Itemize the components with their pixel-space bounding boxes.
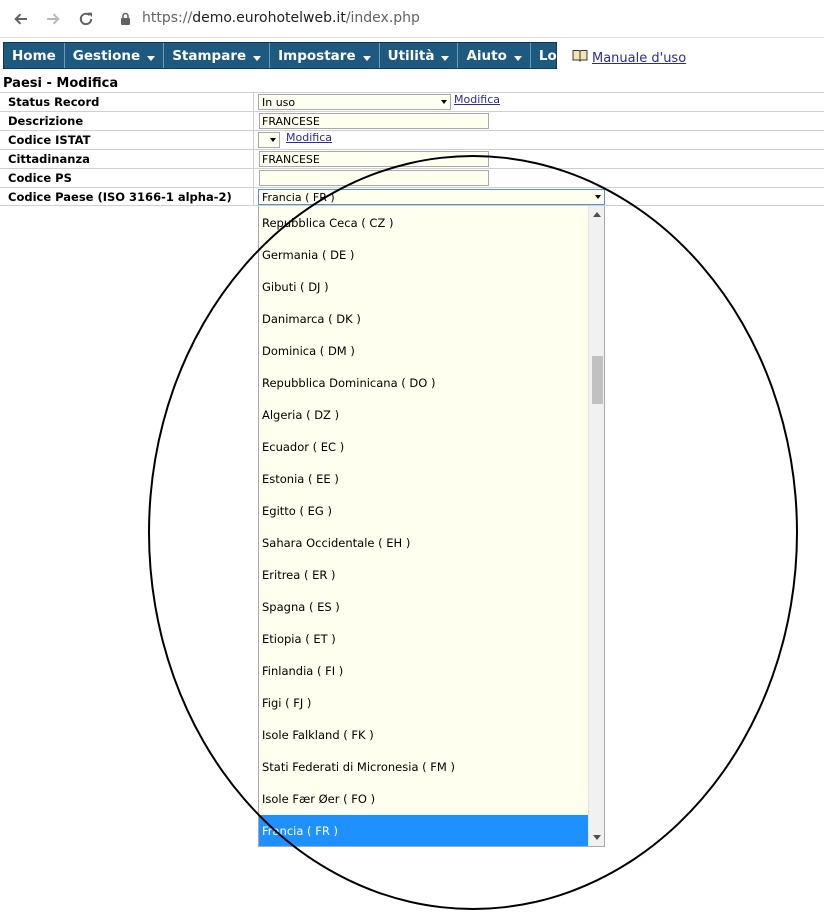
dropdown-option[interactable]: Danimarca ( DK ) xyxy=(259,303,588,335)
dropdown-scrollbar[interactable] xyxy=(588,206,604,846)
status-record-modifica-link[interactable]: Modifica xyxy=(454,93,500,106)
chevron-down-icon xyxy=(441,100,447,104)
status-record-cell: In uso Modifica xyxy=(253,93,500,111)
menu-home-label: Home xyxy=(12,47,56,64)
dropdown-option[interactable]: Finlandia ( FI ) xyxy=(259,655,588,687)
status-record-value: In uso xyxy=(262,96,296,109)
dropdown-option[interactable]: Ecuador ( EC ) xyxy=(259,431,588,463)
address-bar[interactable]: https://demo.eurohotelweb.it/index.php xyxy=(142,10,420,26)
codice-paese-cell: Francia ( FR ) xyxy=(253,188,605,205)
arrow-left-icon xyxy=(14,13,27,25)
dropdown-option[interactable]: Etiopia ( ET ) xyxy=(259,623,588,655)
dropdown-option[interactable]: Francia ( FR ) xyxy=(259,815,588,846)
codice-paese-value: Francia ( FR ) xyxy=(262,191,335,204)
cittadinanza-cell: FRANCESE xyxy=(253,150,489,168)
chevron-down-icon xyxy=(270,138,276,142)
browser-toolbar: https://demo.eurohotelweb.it/index.php xyxy=(0,0,824,38)
caret-down-icon xyxy=(513,56,522,61)
menu-stampare[interactable]: Stampare xyxy=(164,43,271,68)
forward-button[interactable] xyxy=(41,7,65,31)
form-row-codice-ps: Codice PS xyxy=(0,168,824,187)
codice-istat-select[interactable] xyxy=(258,132,280,148)
caret-down-icon xyxy=(362,56,371,61)
country-dropdown-list[interactable]: Repubblica Ceca ( CZ ) Germania ( DE ) Gib… xyxy=(258,206,605,847)
dropdown-option[interactable]: Gibuti ( DJ ) xyxy=(259,271,588,303)
url-path: /index.php xyxy=(345,10,420,26)
scrollbar-thumb[interactable] xyxy=(592,356,603,404)
form-row-codice-paese: Codice Paese (ISO 3166-1 alpha-2) Franci… xyxy=(0,187,824,206)
menu-utilita[interactable]: Utilità xyxy=(380,43,459,68)
back-button[interactable] xyxy=(9,7,33,31)
dropdown-option[interactable]: Repubblica Dominicana ( DO ) xyxy=(259,367,588,399)
dropdown-option[interactable]: Dominica ( DM ) xyxy=(259,335,588,367)
scroll-up-icon[interactable] xyxy=(593,212,601,217)
menu-aiuto-label: Aiuto xyxy=(466,47,507,64)
codice-ps-label: Codice PS xyxy=(8,171,72,185)
descrizione-input[interactable]: FRANCESE xyxy=(259,113,489,129)
codice-paese-select[interactable]: Francia ( FR ) xyxy=(258,189,605,205)
reload-button[interactable] xyxy=(74,7,98,31)
caret-down-icon xyxy=(253,56,262,61)
menu-gestione[interactable]: Gestione xyxy=(65,43,165,68)
codice-ps-input[interactable] xyxy=(259,170,489,186)
dropdown-option[interactable]: Isole Fær Øer ( FO ) xyxy=(259,783,588,815)
descrizione-cell: FRANCESE xyxy=(253,112,489,130)
menu-gestione-label: Gestione xyxy=(72,47,141,64)
dropdown-option[interactable]: Stati Federati di Micronesia ( FM ) xyxy=(259,751,588,783)
menu-utilita-label: Utilità xyxy=(387,47,435,64)
dropdown-option[interactable]: Spagna ( ES ) xyxy=(259,591,588,623)
url-protocol: https:// xyxy=(142,10,193,26)
menu-aiuto[interactable]: Aiuto xyxy=(458,43,531,68)
codice-istat-cell: Modifica xyxy=(253,131,332,149)
dropdown-option[interactable]: Repubblica Ceca ( CZ ) xyxy=(259,207,588,239)
caret-down-icon xyxy=(441,56,450,61)
codice-ps-cell xyxy=(253,169,489,187)
reload-icon xyxy=(79,12,93,26)
menu-impostare-label: Impostare xyxy=(278,47,356,64)
form-row-codice-istat: Codice ISTAT Modifica xyxy=(0,130,824,149)
dropdown-option[interactable]: Sahara Occidentale ( EH ) xyxy=(259,527,588,559)
dropdown-option[interactable]: Egitto ( EG ) xyxy=(259,495,588,527)
descrizione-label: Descrizione xyxy=(8,114,84,128)
dropdown-option[interactable]: Isole Falkland ( FK ) xyxy=(259,719,588,751)
menu-home[interactable]: Home xyxy=(4,43,65,68)
page-title: Paesi - Modifica xyxy=(3,76,119,91)
book-icon xyxy=(572,50,588,62)
edit-form: Status Record In uso Modifica Descrizion… xyxy=(0,92,824,206)
codice-paese-label: Codice Paese (ISO 3166-1 alpha-2) xyxy=(8,190,232,204)
form-row-cittadinanza: Cittadinanza FRANCESE xyxy=(0,149,824,168)
codice-istat-modifica-link[interactable]: Modifica xyxy=(286,131,332,144)
main-menu: Home Gestione Stampare Impostare Utilità… xyxy=(3,42,592,69)
dropdown-option[interactable]: Eritrea ( ER ) xyxy=(259,559,588,591)
form-row-status-record: Status Record In uso Modifica xyxy=(0,92,824,111)
chevron-down-icon xyxy=(595,195,601,199)
dropdown-option[interactable]: Figi ( FJ ) xyxy=(259,687,588,719)
dropdown-option[interactable]: Estonia ( EE ) xyxy=(259,463,588,495)
menu-impostare[interactable]: Impostare xyxy=(270,43,380,68)
arrow-right-icon xyxy=(47,13,60,25)
url-host: demo.eurohotelweb.it xyxy=(192,10,346,26)
dropdown-option[interactable]: Germania ( DE ) xyxy=(259,239,588,271)
lock-icon xyxy=(121,12,130,25)
manual-link-label: Manuale d'uso xyxy=(592,51,687,66)
menu-stampare-label: Stampare xyxy=(172,47,247,64)
manual-link[interactable]: Manuale d'uso xyxy=(572,50,687,66)
cittadinanza-label: Cittadinanza xyxy=(8,152,90,166)
cittadinanza-input[interactable]: FRANCESE xyxy=(259,151,489,167)
status-record-label: Status Record xyxy=(8,95,100,109)
codice-istat-label: Codice ISTAT xyxy=(8,133,91,147)
caret-down-icon xyxy=(147,56,156,61)
form-row-descrizione: Descrizione FRANCESE xyxy=(0,111,824,130)
status-record-select[interactable]: In uso xyxy=(258,94,451,110)
dropdown-option[interactable]: Algeria ( DZ ) xyxy=(259,399,588,431)
scroll-down-icon[interactable] xyxy=(593,835,601,840)
